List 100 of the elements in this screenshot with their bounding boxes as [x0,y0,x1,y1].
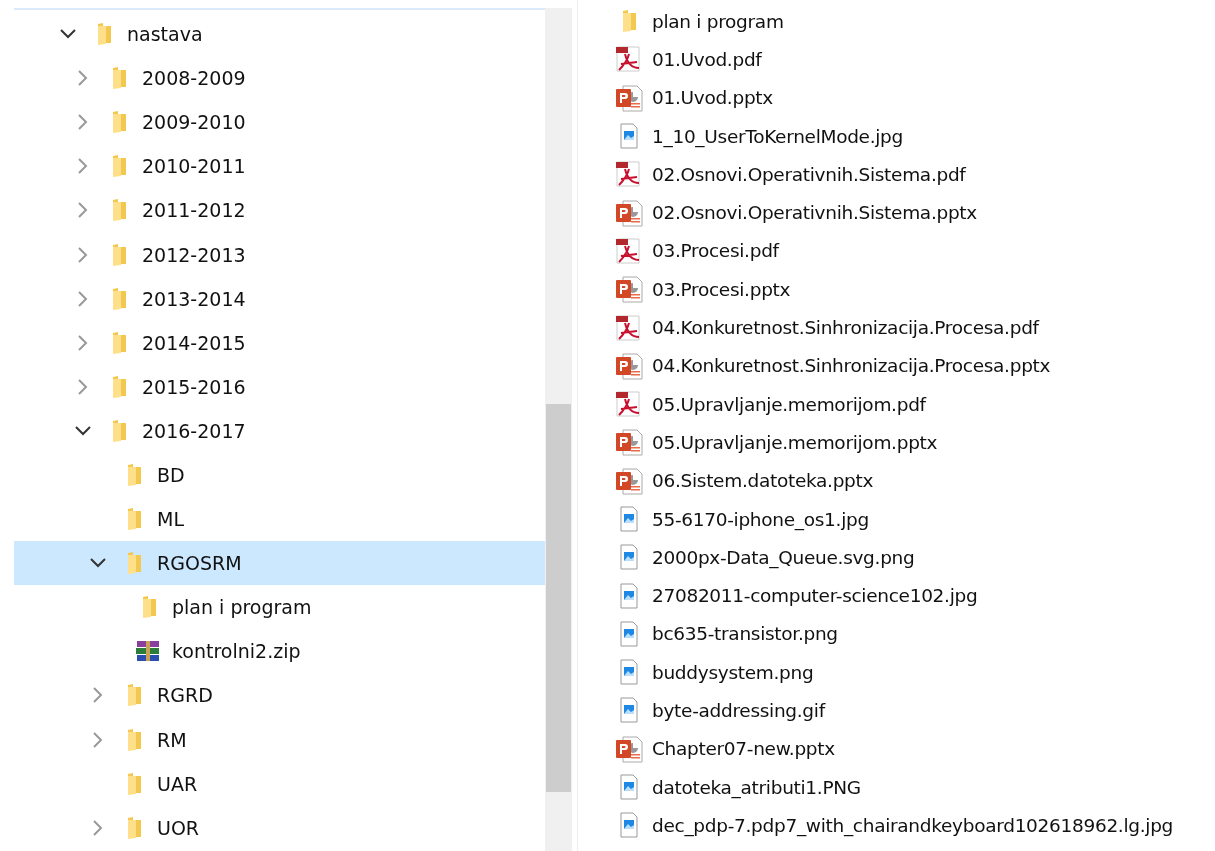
pdf-icon [615,161,643,188]
tree-item-label[interactable]: 2015-2016 [142,375,246,398]
tree-item-label[interactable]: 2014-2015 [142,331,246,354]
chevron-right-icon[interactable] [93,731,103,748]
chevron-right-icon[interactable] [78,158,88,175]
file-name[interactable]: buddysystem.png [652,661,814,683]
file-name[interactable]: 27082011-computer-science102.jpg [652,585,978,607]
tree-row[interactable]: RGOSRM [14,541,545,586]
file-name[interactable]: 04.Konkuretnost.Sinhronizacija.Procesa.pptx [652,355,1051,377]
tree-item-label[interactable]: 2013-2014 [142,287,246,310]
folder-icon [111,111,127,134]
tree-row[interactable]: RGRD [14,673,545,718]
chevron-down-icon[interactable] [60,29,76,40]
tree-row[interactable]: 2012-2013 [14,232,545,277]
file-name[interactable]: datoteka_atributi1.PNG [652,776,861,798]
tree-item-label[interactable]: UAR [157,772,198,795]
folder-icon [111,199,127,222]
chevron-right-icon[interactable] [93,687,103,704]
folder-icon [111,155,127,178]
folder-icon [141,596,157,619]
file-name[interactable]: 01.Uvod.pdf [652,48,762,70]
tree-item-label[interactable]: 2016-2017 [142,419,246,442]
tree-row[interactable]: BD [14,452,545,498]
folder-icon [126,508,142,531]
chevron-right-icon[interactable] [78,334,88,351]
folder-icon [126,728,142,751]
folder-icon [111,243,127,266]
tree-row[interactable]: 2014-2015 [14,320,545,365]
powerpoint-icon [615,428,643,457]
file-name[interactable]: 05.Upravljanje.memorijom.pptx [652,431,938,453]
scrollbar-thumb[interactable] [546,404,571,792]
tree-row[interactable]: 2009-2010 [14,100,545,145]
tree-item-label[interactable]: RGOSRM [157,552,242,575]
tree-row[interactable]: UAR [14,761,545,806]
file-name[interactable]: 06.Sistem.datoteka.pptx [652,470,874,492]
chevron-right-icon[interactable] [78,246,88,263]
file-name[interactable]: byte-addressing.gif [652,700,825,721]
file-name[interactable]: 02.Osnovi.Operativnih.Sistema.pptx [652,202,977,224]
tree-row[interactable]: UOR [14,805,545,850]
tree-row[interactable]: 2008-2009 [14,56,545,101]
pdf-icon [615,314,643,341]
file-name[interactable]: 02.Osnovi.Operativnih.Sistema.pdf [652,163,966,185]
file-name[interactable]: dec_pdp-7.pdp7_with_chairandkeyboard102618962.lg.jpg [652,814,1174,836]
powerpoint-icon [615,83,643,112]
file-name[interactable]: plan i program [652,10,784,32]
file-name[interactable]: 05.Upravljanje.memorijom.pdf [652,393,926,415]
chevron-right-icon[interactable] [78,70,88,87]
tree-item-label[interactable]: kontrolni2.zip [172,640,301,663]
chevron-down-icon[interactable] [90,558,106,569]
tree-item-label[interactable]: UOR [157,816,200,839]
tree-item-label[interactable]: ML [157,508,184,531]
folder-icon [621,10,637,33]
chevron-down-icon[interactable] [75,425,91,436]
chevron-right-icon[interactable] [78,114,88,131]
chevron-right-icon[interactable] [78,378,88,395]
folder-icon [111,67,127,90]
folder-icon [111,287,127,310]
tree-item-label[interactable]: RM [157,728,187,751]
file-name[interactable]: Chapter07-new.pptx [652,738,835,760]
tree-row[interactable]: ML [14,497,545,542]
powerpoint-icon [615,734,643,763]
folder-icon [96,23,112,46]
folder-icon [126,684,142,707]
tree-item-label[interactable]: RGRD [157,684,213,707]
tree-item-label[interactable]: 2012-2013 [142,243,246,266]
tree-item-label[interactable]: nastava [127,23,203,46]
powerpoint-icon [615,275,643,304]
file-name[interactable]: 1_10_UserToKernelMode.jpg [652,125,903,147]
file-name[interactable]: 03.Procesi.pdf [652,240,779,262]
folder-icon [126,552,142,575]
tree-item-label[interactable]: 2009-2010 [142,111,246,134]
tree-row[interactable]: kontrolni2.zip [14,629,545,674]
file-name[interactable]: 01.Uvod.pptx [652,87,773,109]
folder-icon [111,375,127,398]
tree-row[interactable]: RM [14,717,545,762]
file-name[interactable]: 55-6170-iphone_os1.jpg [652,508,869,530]
tree-row[interactable]: 2016-2017 [14,408,545,453]
file-name[interactable]: 04.Konkuretnost.Sinhronizacija.Procesa.pdf [652,317,1039,338]
folder-icon [111,419,127,442]
tree-item-label[interactable]: BD [157,464,185,486]
tree-row[interactable]: 2013-2014 [14,276,545,321]
tree-item-label[interactable]: 2010-2011 [142,155,246,178]
file-name[interactable]: bc635-transistor.png [652,623,838,645]
tree-row[interactable]: 2015-2016 [14,364,545,409]
tree-row[interactable]: 2011-2012 [14,188,545,233]
tree-row[interactable]: nastava [14,12,545,57]
powerpoint-icon [615,466,643,495]
tree-item-label[interactable]: plan i program [172,596,312,619]
chevron-right-icon[interactable] [78,290,88,307]
file-name[interactable]: 03.Procesi.pptx [652,278,791,300]
tree-row[interactable]: plan i program [14,585,545,630]
file-name[interactable]: 2000px-Data_Queue.svg.png [652,546,915,568]
folder-icon [126,772,142,795]
scrollbar[interactable] [545,8,572,851]
chevron-right-icon[interactable] [93,819,103,836]
tree-row[interactable]: 2010-2011 [14,144,545,189]
tree-item-label[interactable]: 2011-2012 [142,199,246,222]
folder-icon [111,331,127,354]
chevron-right-icon[interactable] [78,202,88,219]
tree-item-label[interactable]: 2008-2009 [142,67,246,90]
